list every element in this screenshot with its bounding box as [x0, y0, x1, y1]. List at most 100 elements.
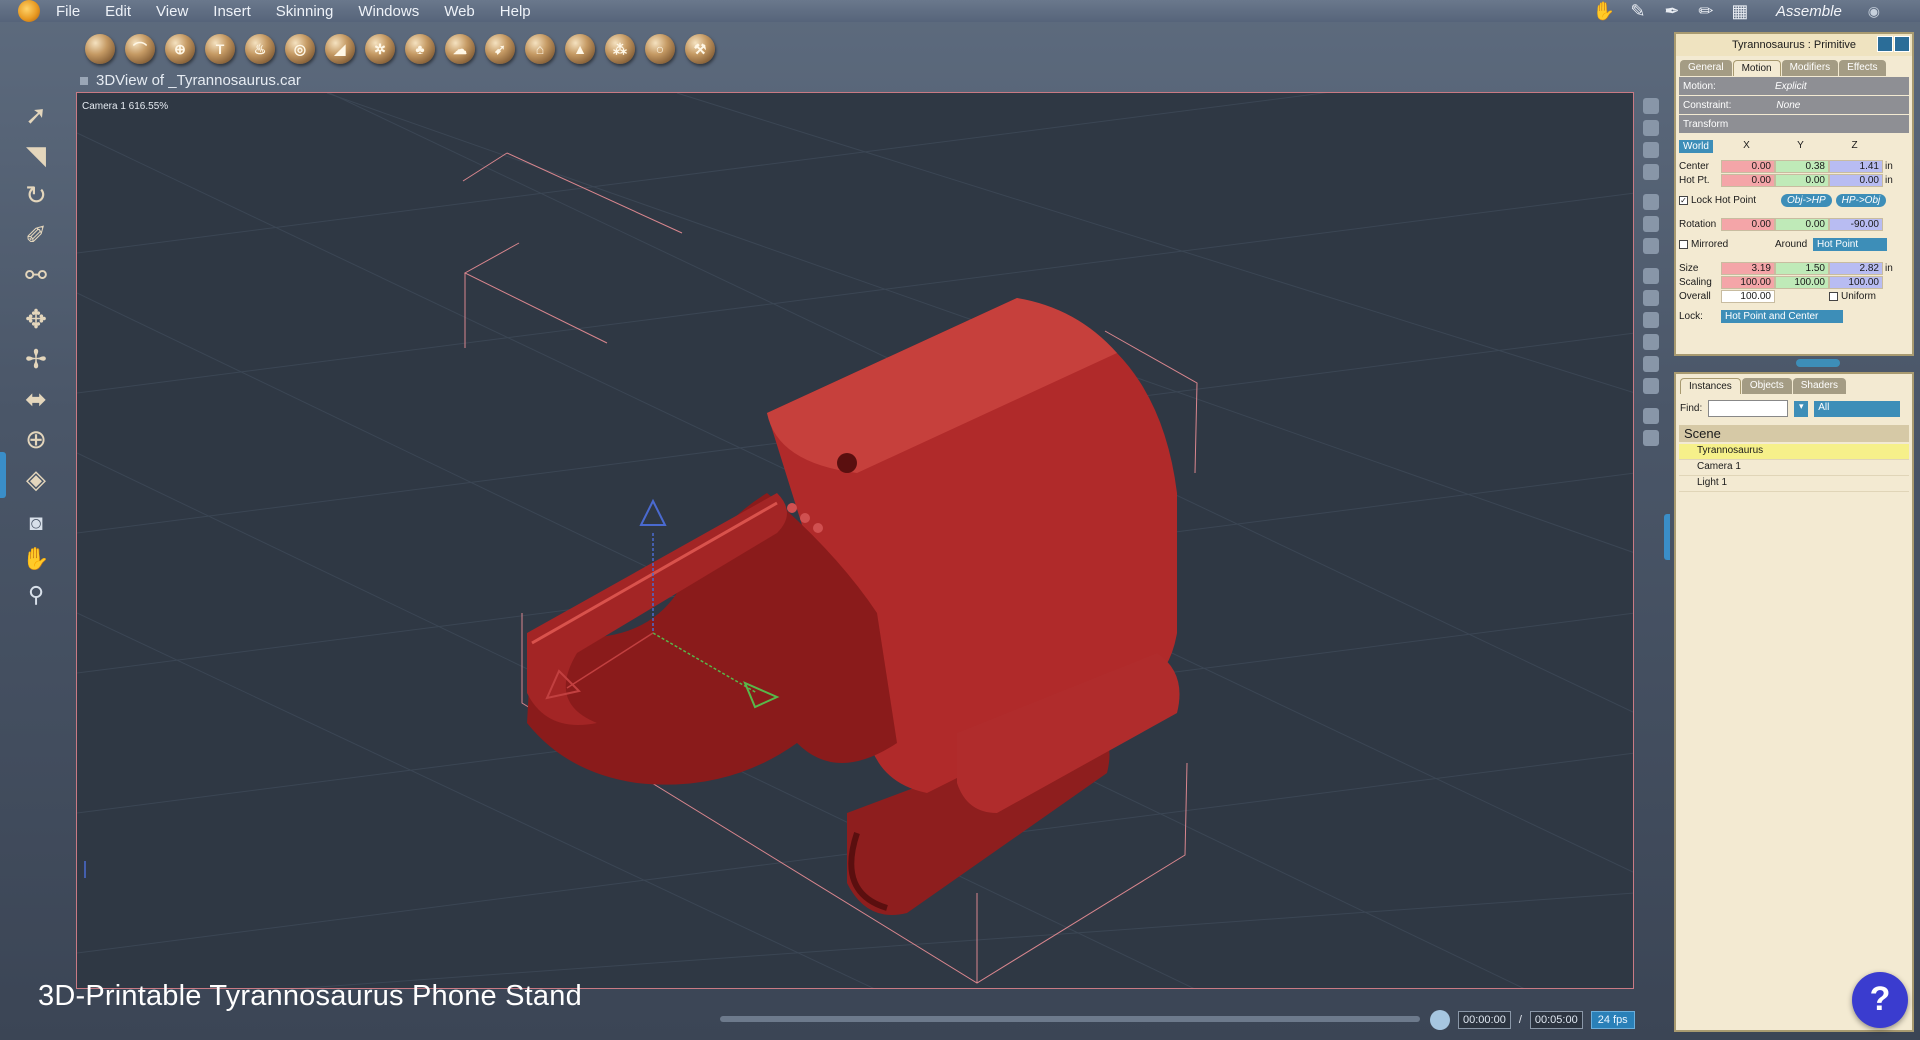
film-mode-icon[interactable]: ▦	[1728, 1, 1752, 21]
rotation-y-field[interactable]: 0.00	[1775, 217, 1829, 231]
menu-file[interactable]: File	[56, 3, 80, 20]
hand-mode-icon[interactable]: ✋	[1592, 1, 1616, 21]
menu-windows[interactable]: Windows	[358, 3, 419, 20]
extrude-tool-icon[interactable]: ◢	[325, 34, 355, 64]
scaling-y-field[interactable]: 100.00	[1775, 275, 1829, 289]
panel-layout-icon[interactable]	[1894, 36, 1910, 52]
panel-expand-icon[interactable]	[1877, 36, 1893, 52]
space-select[interactable]: World	[1679, 139, 1713, 153]
menu-edit[interactable]: Edit	[105, 3, 131, 20]
rotation-x-field[interactable]: 0.00	[1721, 217, 1775, 231]
center-x-field[interactable]: 0.00	[1721, 159, 1775, 173]
center-y-field[interactable]: 0.38	[1775, 159, 1829, 173]
camera-settings-icon[interactable]	[1643, 408, 1659, 424]
find-input[interactable]	[1708, 400, 1789, 417]
terrain-tool-icon[interactable]: ▲	[565, 34, 595, 64]
constraint-value[interactable]: None	[1753, 100, 1823, 111]
shield-alt-icon[interactable]	[1643, 216, 1659, 232]
direct-select-icon[interactable]: ◥	[16, 138, 56, 172]
menu-insert[interactable]: Insert	[213, 3, 251, 20]
menu-skinning[interactable]: Skinning	[276, 3, 334, 20]
uniform-checkbox[interactable]	[1829, 291, 1838, 301]
obj-to-hp-button[interactable]: Obj->HP	[1781, 193, 1832, 207]
app-logo[interactable]	[18, 0, 40, 22]
move-universal-icon[interactable]: ⊕	[16, 422, 56, 456]
menu-view[interactable]: View	[156, 3, 188, 20]
sphere-tool-icon[interactable]	[85, 34, 115, 64]
tab-modifiers[interactable]: Modifiers	[1781, 60, 1839, 76]
render-flat-icon[interactable]	[1643, 312, 1659, 328]
tab-effects[interactable]: Effects	[1839, 60, 1886, 76]
left-panel-handle[interactable]	[0, 452, 6, 498]
mirrored-checkbox[interactable]	[1679, 239, 1688, 249]
center-z-field[interactable]: 1.41	[1829, 159, 1883, 173]
pencil-tool-icon[interactable]: ✐	[16, 218, 56, 252]
gear-tool-icon[interactable]: ✲	[365, 34, 395, 64]
chain-link-icon[interactable]: ⚯	[16, 258, 56, 292]
shield-icon[interactable]	[1643, 194, 1659, 210]
find-dropdown-icon[interactable]: ▾	[1794, 400, 1809, 417]
fps-select[interactable]: 24 fps	[1590, 1011, 1635, 1029]
render-shaded-icon[interactable]	[1643, 334, 1659, 350]
cube-icon[interactable]: ◈	[16, 462, 56, 496]
rotation-z-field[interactable]: -90.00	[1829, 217, 1883, 231]
layout-split-icon[interactable]	[1643, 120, 1659, 136]
building-tool-icon[interactable]: ⌂	[525, 34, 555, 64]
frame-object-icon[interactable]	[1643, 430, 1659, 446]
ring-tool-icon[interactable]: ○	[645, 34, 675, 64]
overall-field[interactable]: 100.00	[1721, 289, 1775, 303]
around-select[interactable]: Hot Point	[1813, 237, 1887, 251]
mode-label[interactable]: Assemble	[1776, 3, 1842, 20]
lock-select[interactable]: Hot Point and Center	[1721, 309, 1843, 323]
flame-tool-icon[interactable]: ♨	[245, 34, 275, 64]
tab-objects[interactable]: Objects	[1741, 378, 1792, 394]
camera-icon[interactable]: ◙	[16, 508, 56, 538]
menu-help[interactable]: Help	[500, 3, 531, 20]
tree-item-tyrannosaurus[interactable]: Tyrannosaurus	[1679, 444, 1909, 460]
hp-to-obj-button[interactable]: HP->Obj	[1835, 193, 1887, 207]
render-smooth-icon[interactable]	[1643, 356, 1659, 372]
3d-viewport[interactable]: Camera 1 616.55%	[76, 92, 1634, 989]
render-bbox-icon[interactable]	[1643, 290, 1659, 306]
globe-tool-icon[interactable]: ⊕	[165, 34, 195, 64]
lathe-tool-icon[interactable]: ⌒	[125, 34, 155, 64]
layout-quad-icon[interactable]	[1643, 142, 1659, 158]
menu-web[interactable]: Web	[444, 3, 475, 20]
cloud-tool-icon[interactable]: ☁	[445, 34, 475, 64]
size-x-field[interactable]: 3.19	[1721, 261, 1775, 275]
constraint-row[interactable]: Constraint: None	[1679, 96, 1909, 114]
scene-header[interactable]: Scene	[1679, 425, 1909, 442]
hot-point-x-field[interactable]: 0.00	[1721, 173, 1775, 187]
shield-check-icon[interactable]	[1643, 238, 1659, 254]
render-preview-icon[interactable]	[1643, 378, 1659, 394]
pencil-mode-icon[interactable]: ✏	[1694, 1, 1718, 21]
render-wire-icon[interactable]	[1643, 268, 1659, 284]
torus-tool-icon[interactable]: ◎	[285, 34, 315, 64]
panel-splitter[interactable]	[1796, 359, 1840, 367]
tree-item-light[interactable]: Light 1	[1679, 476, 1909, 492]
end-time-field[interactable]: 00:05:00	[1529, 1011, 1583, 1029]
tree-item-camera[interactable]: Camera 1	[1679, 460, 1909, 476]
rotate-icon[interactable]: ↻	[16, 178, 56, 212]
tab-general[interactable]: General	[1680, 60, 1732, 76]
size-y-field[interactable]: 1.50	[1775, 261, 1829, 275]
move-plane-icon[interactable]: ✢	[16, 342, 56, 376]
zoom-icon[interactable]: ⚲	[16, 580, 56, 610]
hot-point-z-field[interactable]: 0.00	[1829, 173, 1883, 187]
pin-icon[interactable]	[80, 76, 88, 85]
layout-grid-icon[interactable]	[1643, 164, 1659, 180]
brush-mode-icon[interactable]: ✎	[1626, 1, 1650, 21]
tree-tool-icon[interactable]: ♣	[405, 34, 435, 64]
current-time-field[interactable]: 00:00:00	[1458, 1011, 1511, 1029]
text-tool-icon[interactable]: T	[205, 34, 235, 64]
move-flat-icon[interactable]: ⬌	[16, 382, 56, 416]
help-bubble-icon[interactable]: ?	[1852, 972, 1908, 1028]
tab-shaders[interactable]: Shaders	[1792, 378, 1846, 394]
wrench-tool-icon[interactable]: ⚒	[685, 34, 715, 64]
motion-value[interactable]: Explicit	[1756, 81, 1826, 92]
scaling-z-field[interactable]: 100.00	[1829, 275, 1883, 289]
select-arrow-icon[interactable]: ➚	[16, 98, 56, 132]
dots-tool-icon[interactable]: ⁂	[605, 34, 635, 64]
clock-icon[interactable]	[1430, 1010, 1450, 1030]
right-panel-handle[interactable]	[1664, 514, 1670, 560]
